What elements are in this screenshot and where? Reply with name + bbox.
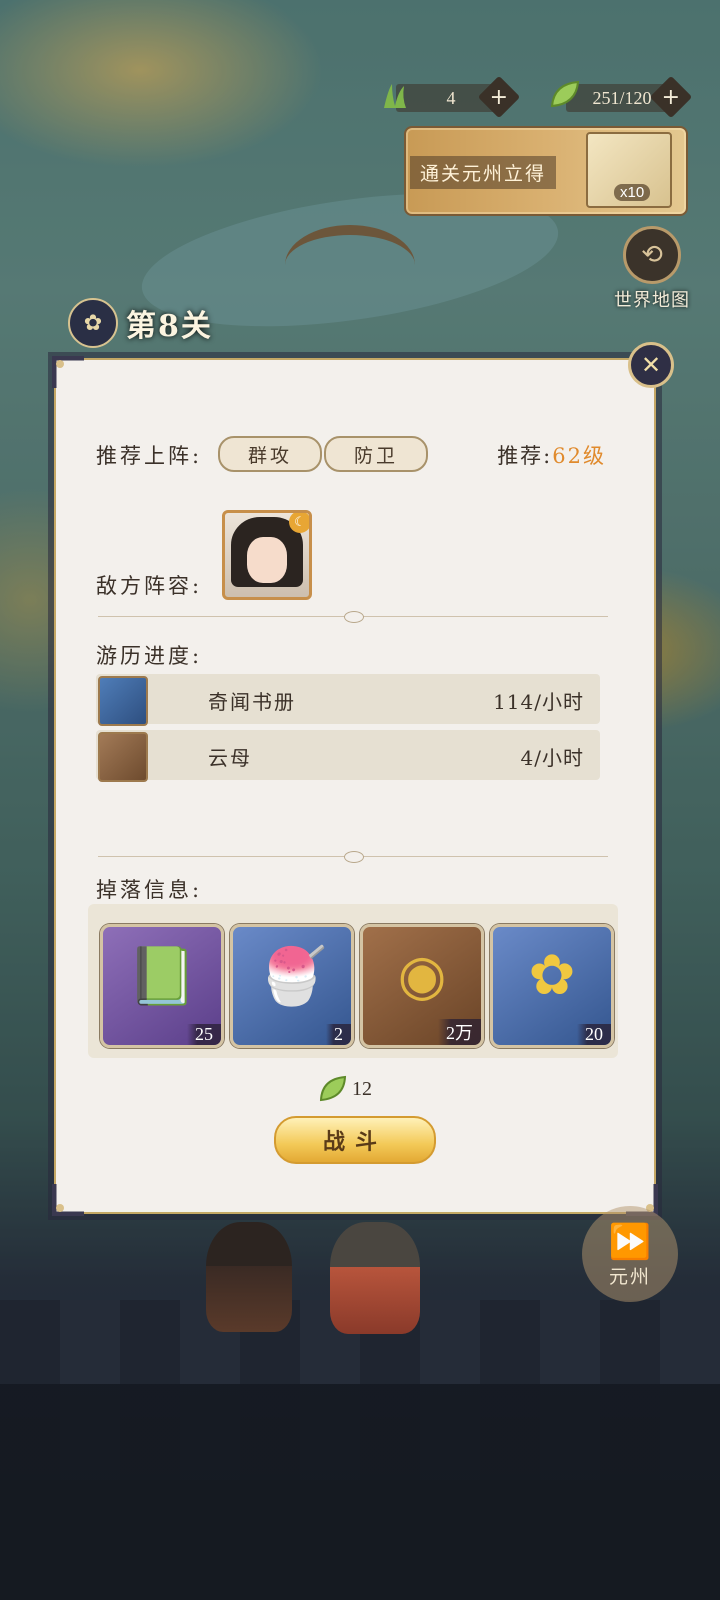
divider	[98, 610, 608, 624]
close-icon: ✕	[640, 351, 662, 379]
leaf-icon	[550, 80, 580, 108]
book-icon	[98, 676, 148, 726]
world-map-label: 世界地图	[614, 290, 690, 311]
close-button[interactable]: ✕	[628, 342, 674, 388]
drop-item[interactable]: ◉ 2万	[360, 924, 484, 1048]
drop-qty: 20	[577, 1024, 611, 1045]
clear-reward-label: 通关元州立得	[410, 156, 557, 189]
resource-leaf: 251/120 +	[550, 75, 693, 119]
drops-label: 掉落信息:	[96, 878, 203, 902]
progress-row: 奇闻书册 114/小时	[96, 674, 600, 726]
corner-ornament-icon	[52, 1184, 84, 1216]
fight-button[interactable]: 战斗	[274, 1116, 436, 1164]
recommend-level-value: 62级	[552, 444, 606, 468]
stage-title: 第8关	[126, 309, 213, 344]
progress-item-name: 云母	[208, 746, 252, 770]
corner-ornament-icon	[52, 356, 84, 388]
drop-qty: 25	[187, 1024, 221, 1045]
osmanthus-icon: ✿	[528, 943, 576, 1008]
progress-item-rate: 114/小时	[493, 690, 584, 714]
progress-item-name: 奇闻书册	[208, 690, 296, 714]
stamina-cost: 12	[318, 1074, 372, 1104]
drop-qty: 2万	[438, 1019, 481, 1045]
progress-item-rate: 4/小时	[520, 746, 584, 770]
drop-item[interactable]: ✿ 20	[490, 924, 614, 1048]
avatar-face	[247, 537, 287, 583]
fast-forward-icon: ⏩	[608, 1222, 652, 1262]
world-map-button[interactable]: ⟲ 世界地图	[606, 226, 698, 312]
grass-icon	[384, 84, 406, 108]
resource-leaf-value: 251/120	[592, 87, 652, 108]
stage-emblem-icon: ✿	[68, 298, 118, 348]
recommend-label: 推荐上阵:	[96, 444, 203, 468]
leaf-icon	[319, 1075, 347, 1102]
drop-item[interactable]: 📗 25	[100, 924, 224, 1048]
ally-character	[330, 1222, 420, 1334]
tag-defense: 防卫	[324, 436, 428, 472]
drop-qty: 2	[326, 1024, 351, 1045]
recommend-level-label: 推荐:	[497, 444, 553, 468]
divider	[98, 850, 608, 864]
bowl-icon: 🍧	[257, 944, 327, 1009]
progress-row: 云母 4/小时	[96, 730, 600, 782]
recommend-row: 推荐上阵: 群攻 防卫 推荐:62级	[96, 436, 606, 472]
next-area-label: 元州	[608, 1266, 651, 1288]
cost-value: 12	[352, 1077, 372, 1100]
progress-label: 游历进度:	[96, 644, 203, 668]
drop-item[interactable]: 🍧 2	[230, 924, 354, 1048]
moon-badge-icon: ☾	[289, 513, 309, 533]
stage-header: ✿ 第8关	[68, 298, 213, 348]
reward-count: x10	[614, 184, 651, 201]
resource-grass: 4 +	[384, 75, 521, 119]
enemy-lineup-label: 敌方阵容:	[96, 574, 203, 598]
mica-icon	[98, 732, 148, 782]
recommend-level: 推荐:62级	[497, 440, 606, 470]
enemy-avatar[interactable]: ☾	[222, 510, 312, 600]
resource-grass-value: 4	[446, 87, 456, 108]
fight-label: 战斗	[322, 1129, 387, 1155]
next-area-button[interactable]: ⏩ 元州	[582, 1206, 678, 1302]
tag-aoe: 群攻	[218, 436, 322, 472]
coin-icon: ◉	[397, 943, 447, 1008]
map-icon: ⟲	[623, 226, 681, 284]
book-icon: 📗	[127, 944, 197, 1009]
player-character	[206, 1222, 292, 1332]
